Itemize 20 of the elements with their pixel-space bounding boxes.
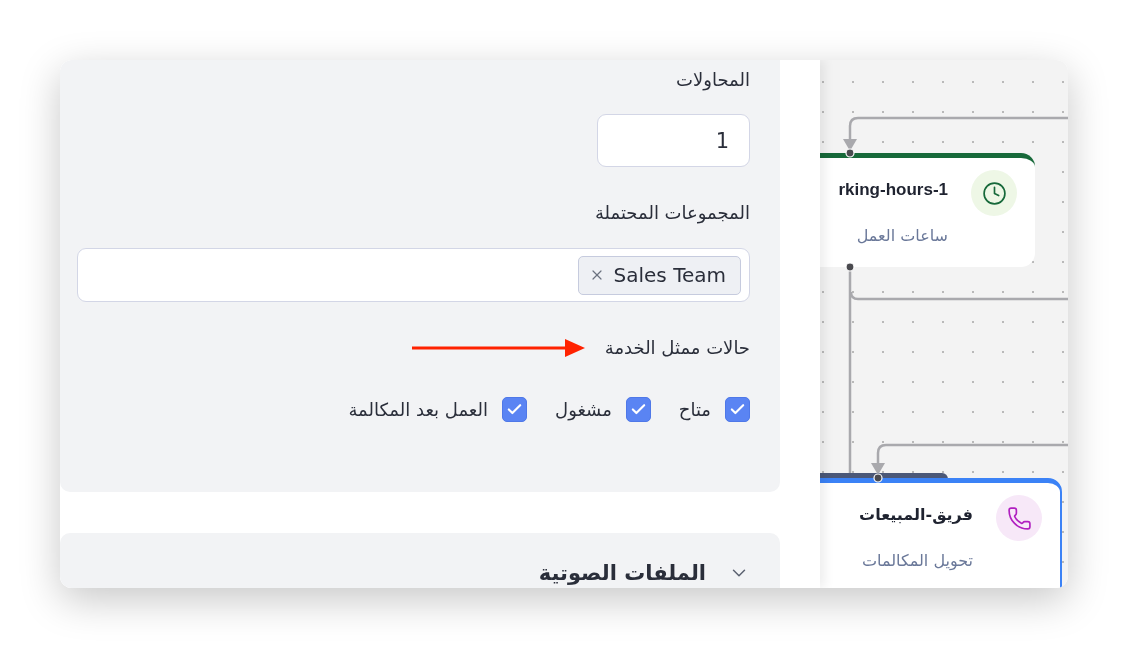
node-title: rking-hours-1 [838,179,948,201]
node-subtitle: تحويل المكالمات [861,550,973,572]
checkbox-label: متاح [678,397,711,422]
phone-icon [996,495,1042,541]
field-label: المحاولات [676,68,750,92]
node-subtitle: ساعات العمل [856,225,948,247]
field-label: حالات ممثل الخدمة [604,336,750,360]
audio-files-header[interactable]: الملفات الصوتية [538,559,750,587]
flow-node[interactable]: فريق-المبيعات تحويل المكالمات [820,478,1062,588]
attempts-input[interactable]: 1 [597,114,750,167]
groups-select[interactable]: Sales Team [77,248,750,302]
chip-label: Sales Team [613,263,726,287]
checkbox[interactable] [725,397,750,422]
checkbox-label: مشغول [555,397,612,422]
checkbox[interactable] [625,397,651,422]
node-title: فريق-المبيعات [859,504,973,526]
field-label: المجموعات المحتملة [594,201,750,225]
clock-icon [971,170,1017,216]
checkbox[interactable] [502,397,528,422]
checkbox-label: العمل بعد المكالمة [348,397,489,422]
